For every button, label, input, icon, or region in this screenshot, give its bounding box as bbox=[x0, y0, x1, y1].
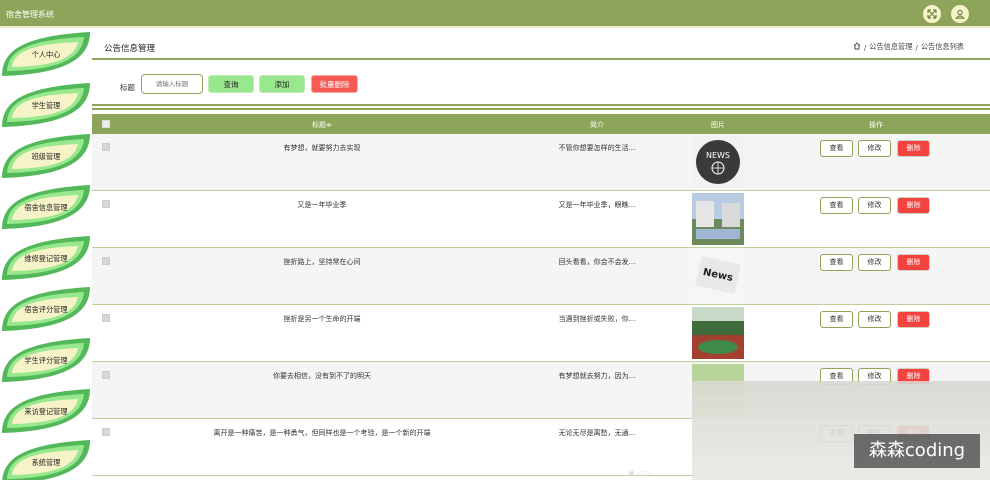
sidebar-item-label: 宿舍信息管理 bbox=[24, 203, 68, 212]
row-title: 挫折是另一个生命的开端 bbox=[283, 315, 361, 323]
app-title: 宿舍管理系统 bbox=[6, 10, 54, 19]
breadcrumb-item[interactable]: 公告信息管理 bbox=[869, 42, 912, 52]
pagination[interactable]: ▣ ◁ ▷ bbox=[628, 469, 690, 480]
edit-button[interactable]: 修改 bbox=[858, 311, 891, 328]
row-checkbox[interactable] bbox=[102, 143, 110, 151]
view-button[interactable]: 查看 bbox=[820, 254, 853, 271]
edit-button[interactable]: 修改 bbox=[858, 140, 891, 157]
sidebar-item-label: 宿舍评分管理 bbox=[24, 305, 68, 314]
sidebar-item[interactable]: 宿舍信息管理 bbox=[0, 183, 92, 231]
table-row: 又是一年毕业季 又是一年毕业季，眼瞧... 查看 修改 删除 bbox=[92, 191, 990, 248]
fullscreen-icon[interactable] bbox=[923, 5, 941, 23]
row-image bbox=[692, 193, 744, 245]
select-all-checkbox[interactable] bbox=[102, 120, 110, 128]
row-summary: 回头看看，你会不会发... bbox=[558, 258, 636, 266]
sidebar-item[interactable]: 学生管理 bbox=[0, 81, 92, 129]
sidebar-item-label: 学生管理 bbox=[31, 101, 61, 110]
row-image bbox=[692, 307, 744, 359]
table-row: 有梦想，就要努力去实现 不管你想要怎样的生活... NEWS 查看 修改 删除 bbox=[92, 134, 990, 191]
delete-button[interactable]: 删除 bbox=[897, 140, 930, 157]
sidebar-item[interactable]: 来访登记管理 bbox=[0, 387, 92, 435]
search-input[interactable] bbox=[141, 74, 203, 94]
top-bar: 宿舍管理系统 bbox=[0, 0, 990, 28]
row-image: NEWS bbox=[692, 136, 744, 188]
sidebar-item-label: 个人中心 bbox=[31, 50, 61, 59]
row-title: 你要去相信，没有到不了的明天 bbox=[273, 372, 371, 380]
row-summary: 有梦想就去努力，因为... bbox=[558, 372, 636, 380]
row-title: 又是一年毕业季 bbox=[297, 201, 347, 209]
home-icon[interactable] bbox=[853, 42, 861, 52]
batch-delete-button[interactable]: 批量删除 bbox=[311, 75, 358, 93]
sidebar-item[interactable]: 宿舍评分管理 bbox=[0, 285, 92, 333]
sidebar-item[interactable]: 学生评分管理 bbox=[0, 336, 92, 384]
delete-button[interactable]: 删除 bbox=[897, 254, 930, 271]
table-header: 标题≑ 简介 图片 操作 bbox=[92, 114, 990, 134]
edit-button[interactable]: 修改 bbox=[858, 197, 891, 214]
sidebar-item-label: 班级管理 bbox=[31, 152, 61, 161]
sidebar-item[interactable]: 系统管理 bbox=[0, 438, 92, 480]
row-checkbox[interactable] bbox=[102, 257, 110, 265]
table-row: 挫折路上，坚持常在心间 回头看看，你会不会发... News 查看 修改 删除 bbox=[92, 248, 990, 305]
edit-button[interactable]: 修改 bbox=[858, 254, 891, 271]
page-title: 公告信息管理 bbox=[104, 44, 156, 54]
row-checkbox[interactable] bbox=[102, 314, 110, 322]
sidebar-item-label: 维修登记管理 bbox=[24, 254, 68, 263]
watermark: 森森coding bbox=[854, 434, 980, 468]
delete-button[interactable]: 删除 bbox=[897, 311, 930, 328]
row-title: 有梦想，就要努力去实现 bbox=[283, 144, 361, 152]
sidebar-item[interactable]: 个人中心 bbox=[0, 30, 92, 78]
column-header-actions: 操作 bbox=[869, 121, 883, 129]
svg-text:NEWS: NEWS bbox=[706, 151, 730, 160]
view-button[interactable]: 查看 bbox=[820, 140, 853, 157]
row-summary: 又是一年毕业季，眼瞧... bbox=[558, 201, 636, 209]
page-header: 公告信息管理 / 公告信息管理 / 公告信息列表 bbox=[92, 30, 990, 60]
delete-button[interactable]: 删除 bbox=[897, 197, 930, 214]
sidebar-item[interactable]: 维修登记管理 bbox=[0, 234, 92, 282]
search-label: 标题 bbox=[120, 83, 135, 92]
view-button[interactable]: 查看 bbox=[820, 197, 853, 214]
user-icon[interactable] bbox=[951, 5, 969, 23]
divider bbox=[92, 108, 990, 110]
row-image: News bbox=[692, 250, 744, 302]
column-header-image: 图片 bbox=[711, 121, 725, 129]
sidebar-item[interactable]: 班级管理 bbox=[0, 132, 92, 180]
row-summary: 无论无尽是离愁，无通... bbox=[558, 429, 636, 437]
row-title: 挫折路上，坚持常在心间 bbox=[283, 258, 361, 266]
sidebar: 个人中心学生管理班级管理宿舍信息管理 维修登记管理 宿舍评分管理 学生评分管理 来访登记… bbox=[0, 30, 92, 480]
row-summary: 当遇到挫折或失败，你... bbox=[558, 315, 636, 323]
column-header-summary: 简介 bbox=[590, 121, 604, 129]
row-checkbox[interactable] bbox=[102, 200, 110, 208]
row-title: 离开是一种痛苦，是一种勇气，但同样也是一个考验，是一个新的开端 bbox=[213, 429, 431, 437]
sidebar-item-label: 来访登记管理 bbox=[24, 407, 68, 416]
search-toolbar: 标题 查询 添加 批量删除 bbox=[92, 66, 990, 106]
table-row: 挫折是另一个生命的开端 当遇到挫折或失败，你... 查看 修改 删除 bbox=[92, 305, 990, 362]
query-button[interactable]: 查询 bbox=[208, 75, 254, 93]
breadcrumb: / 公告信息管理 / 公告信息列表 bbox=[853, 42, 964, 52]
row-summary: 不管你想要怎样的生活... bbox=[558, 144, 636, 152]
view-button[interactable]: 查看 bbox=[820, 311, 853, 328]
sidebar-item-label: 学生评分管理 bbox=[24, 356, 68, 365]
breadcrumb-item: 公告信息列表 bbox=[920, 42, 964, 51]
row-checkbox[interactable] bbox=[102, 428, 110, 436]
row-checkbox[interactable] bbox=[102, 371, 110, 379]
add-button[interactable]: 添加 bbox=[259, 75, 305, 93]
sidebar-item-label: 系统管理 bbox=[31, 458, 61, 467]
column-header-title[interactable]: 标题≑ bbox=[282, 120, 362, 130]
